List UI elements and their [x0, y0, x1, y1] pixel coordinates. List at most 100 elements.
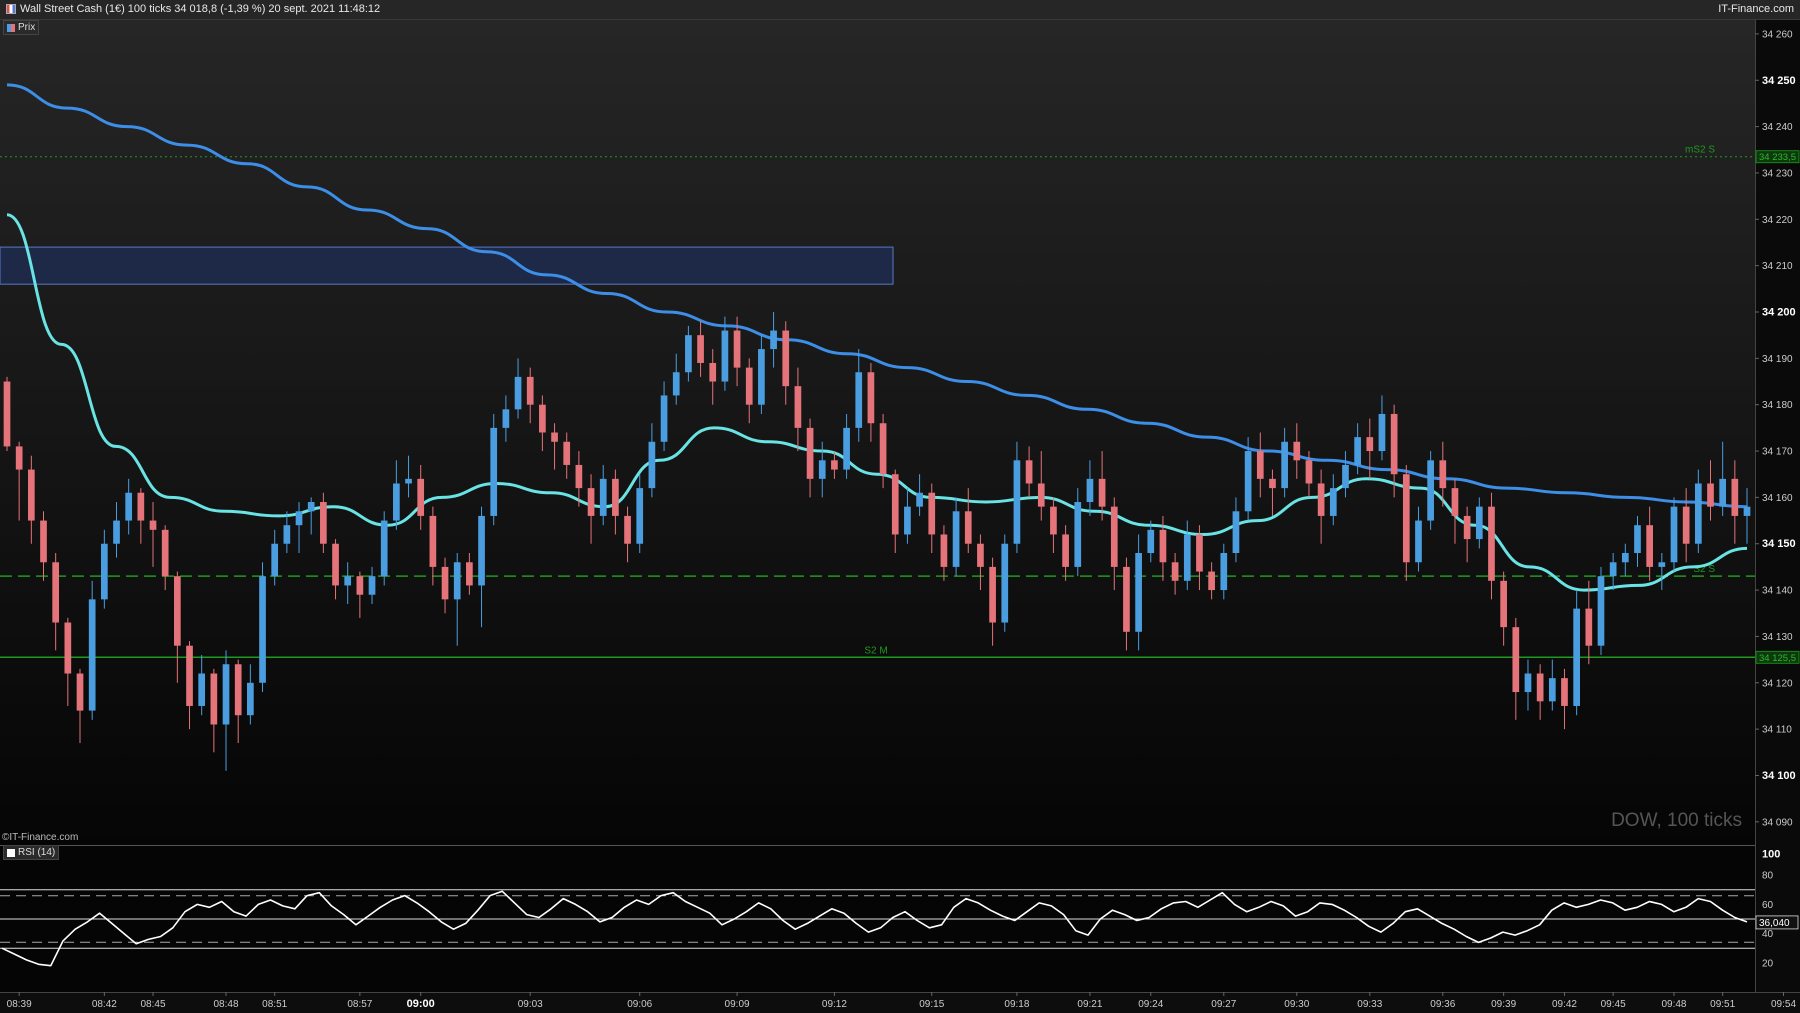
candle-body — [1524, 673, 1532, 693]
candle-body — [490, 427, 498, 516]
candle-body — [1232, 511, 1240, 554]
time-tick-label: 09:27 — [1211, 999, 1236, 1010]
candle-body — [648, 441, 656, 489]
candle-body — [198, 673, 206, 706]
candle-body — [514, 376, 522, 410]
candle-body — [259, 576, 266, 683]
candle-body — [660, 395, 668, 442]
candle-body — [502, 409, 510, 428]
candle-body — [636, 488, 644, 544]
resistance-zone-layer — [0, 246, 894, 285]
candle-body — [831, 460, 838, 470]
rsi-tick-label: 60 — [1762, 900, 1774, 911]
time-tick-label: 09:42 — [1552, 999, 1577, 1010]
pivot-price-tag-label: 34 125,5 — [1759, 653, 1796, 664]
candle-body — [928, 492, 936, 535]
candle-body — [587, 488, 595, 516]
candle-body — [782, 330, 790, 387]
candle-body — [1281, 441, 1288, 489]
candle-body — [1451, 488, 1459, 516]
candle-body — [745, 367, 753, 405]
candle-body — [344, 576, 352, 586]
price-tick-label: 34 220 — [1762, 215, 1793, 226]
candle-body — [429, 515, 437, 567]
price-tick-label: 34 180 — [1762, 400, 1793, 411]
candle-body — [271, 543, 279, 577]
candle-body — [100, 543, 108, 600]
rsi-swatch-icon — [7, 848, 15, 857]
time-tick-label: 09:06 — [627, 999, 652, 1010]
candle-body — [15, 446, 23, 470]
price-tick-label: 34 230 — [1762, 168, 1793, 179]
candle-body — [1256, 451, 1264, 479]
time-tick-label: 09:12 — [822, 999, 847, 1010]
candle-body — [1609, 562, 1617, 577]
candle-body — [174, 576, 181, 646]
price-chart[interactable]: mS2 S34 233,5S2 SS2 M34 125,5 34 09034 1… — [0, 20, 1800, 1013]
candle-body — [1171, 562, 1179, 581]
candle-body — [867, 372, 875, 424]
candle-body — [40, 520, 47, 563]
candle-body — [186, 645, 193, 706]
price-tick-label: 34 150 — [1762, 538, 1796, 550]
candle-body — [818, 460, 826, 479]
price-swatch-icon — [7, 23, 15, 32]
candle-body — [1159, 529, 1167, 563]
candle-body — [1305, 460, 1313, 484]
candle-body — [332, 543, 339, 586]
rsi-value-label: 36,040 — [1759, 918, 1790, 929]
candle-body — [356, 576, 364, 595]
candle-body — [1013, 460, 1021, 544]
candle-body — [295, 511, 303, 526]
candle-body — [758, 349, 765, 405]
candle-body — [599, 478, 607, 516]
candle-body — [916, 492, 923, 507]
candle-body — [52, 562, 60, 623]
candle-body — [989, 566, 996, 623]
candle-body — [64, 622, 72, 674]
candle-body — [685, 335, 692, 373]
price-tick-label: 34 140 — [1762, 586, 1793, 597]
candle-body — [1183, 534, 1191, 581]
candle-body — [575, 464, 583, 489]
candle-body — [1244, 451, 1252, 512]
candle-body — [1646, 525, 1654, 567]
candle-body — [417, 478, 425, 516]
candle-body — [952, 511, 960, 567]
candle-body — [368, 576, 376, 595]
candle-body — [1086, 478, 1094, 503]
candle-body — [1037, 483, 1045, 507]
candle-body — [940, 534, 948, 567]
time-tick-label: 09:39 — [1491, 999, 1516, 1010]
candle-body — [855, 372, 863, 428]
resistance-zone — [0, 246, 894, 285]
candle-body — [1269, 478, 1276, 489]
candle-body — [563, 441, 571, 465]
price-tick-label: 34 250 — [1762, 75, 1796, 87]
candle-body — [770, 330, 777, 350]
candle-body — [466, 562, 473, 586]
candle-body — [161, 529, 169, 577]
candle-body — [1196, 534, 1203, 572]
rsi-indicator-badge[interactable]: RSI (14) — [3, 845, 60, 860]
copyright-label: ©IT-Finance.com — [2, 832, 79, 843]
candle-body — [1025, 460, 1033, 484]
candle-body — [1670, 506, 1678, 563]
price-series-badge[interactable]: Prix — [3, 20, 40, 35]
time-tick-label: 09:51 — [1710, 999, 1735, 1010]
time-tick-label: 09:36 — [1430, 999, 1455, 1010]
candle-body — [1390, 413, 1398, 475]
rsi-tick-label: 20 — [1762, 958, 1774, 969]
candle-body — [709, 362, 717, 382]
candle-body — [1707, 483, 1714, 507]
candle-body — [1366, 437, 1374, 452]
candle-body — [1427, 460, 1434, 521]
candle-body — [879, 423, 887, 475]
candle-body — [964, 511, 972, 544]
candle-body — [1123, 566, 1130, 632]
time-tick-label: 09:33 — [1357, 999, 1382, 1010]
price-series-label: Prix — [18, 22, 36, 33]
time-tick-label: 08:51 — [262, 999, 287, 1010]
candle-body — [1110, 506, 1118, 567]
candle-body — [1293, 441, 1301, 461]
